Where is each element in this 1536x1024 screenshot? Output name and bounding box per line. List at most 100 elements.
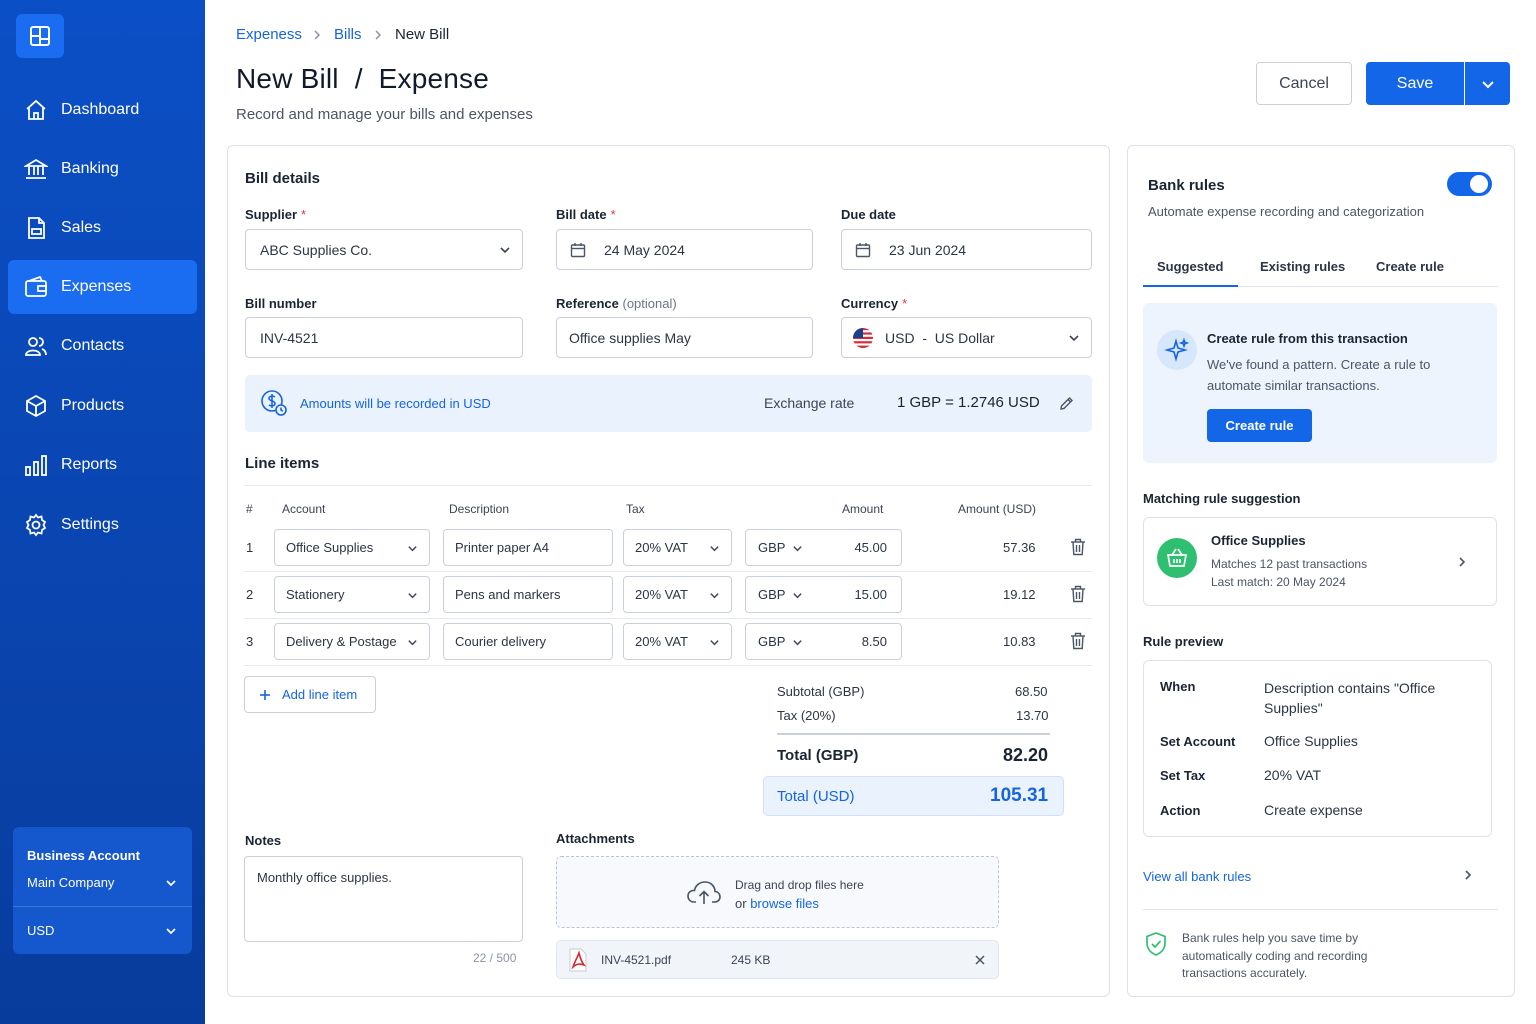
sidebar-item-contacts[interactable]: Contacts (8, 319, 197, 373)
reference-input[interactable]: Office supplies May (556, 317, 813, 358)
add-line-item-button[interactable]: Add line item (244, 676, 376, 713)
bill-date-value: 24 May 2024 (604, 241, 685, 258)
users-icon (24, 334, 48, 358)
chevron-down-icon[interactable] (792, 637, 804, 649)
bill-date-label: Bill date * (556, 207, 616, 222)
match-line-1: Matches 12 past transactions (1211, 557, 1368, 571)
sidebar-item-label: Products (61, 397, 125, 414)
dropzone-text: Drag and drop files here (735, 878, 864, 892)
preview-key-tax: Set Tax (1160, 768, 1206, 783)
col-header-description: Description (449, 502, 510, 516)
sidebar-item-banking[interactable]: Banking (8, 142, 197, 196)
breadcrumb-bills[interactable]: Bills (334, 26, 362, 43)
notes-value: Monthly office supplies. (257, 870, 392, 885)
description-input[interactable]: Pens and markers (443, 576, 613, 613)
amount-input[interactable]: GBP 8.50 (745, 623, 902, 660)
tax-select[interactable]: 20% VAT (623, 623, 732, 660)
sidebar-item-sales[interactable]: Sales (8, 201, 197, 255)
view-all-rules-link[interactable]: View all bank rules (1143, 869, 1251, 884)
col-header-number: # (246, 502, 253, 516)
bill-date-field[interactable]: 24 May 2024 (556, 229, 813, 270)
create-rule-button[interactable]: Create rule (1207, 409, 1312, 442)
home-icon (24, 98, 48, 122)
total-usd-value: 105.31 (990, 785, 1049, 806)
chevron-down-icon[interactable] (165, 925, 177, 937)
tab-existing-rules[interactable]: Existing rules (1260, 259, 1345, 274)
currency-value: USD - US Dollar (885, 329, 995, 346)
chevron-right-icon[interactable] (1456, 556, 1468, 568)
description-value: Courier delivery (455, 634, 547, 649)
description-input[interactable]: Printer paper A4 (443, 529, 613, 566)
currency-select[interactable]: USD - US Dollar (841, 317, 1092, 358)
divider (1143, 909, 1498, 910)
preview-value-when: Description contains "Office Supplies" (1264, 680, 1436, 716)
preview-key-when: When (1160, 679, 1196, 694)
browse-files-link[interactable]: browse files (750, 896, 819, 911)
supplier-value: ABC Supplies Co. (260, 241, 373, 258)
tax-select[interactable]: 20% VAT (623, 529, 732, 566)
calendar-icon[interactable] (570, 242, 586, 258)
edit-pencil-icon[interactable] (1059, 396, 1074, 411)
row-number: 2 (246, 587, 254, 602)
suggestion-title: Create rule from this transaction (1207, 331, 1408, 346)
account-select[interactable]: Office Supplies (274, 529, 430, 566)
chevron-down-icon[interactable] (792, 590, 804, 602)
trash-icon[interactable] (1070, 632, 1086, 650)
sidebar-item-reports[interactable]: Reports (8, 438, 197, 492)
chevron-down-icon (709, 590, 721, 602)
save-options-button[interactable] (1465, 62, 1510, 105)
invoice-icon (24, 216, 48, 240)
bill-number-input[interactable]: INV-4521 (245, 317, 523, 358)
breadcrumb-current: New Bill (395, 26, 450, 43)
amount-input[interactable]: GBP 15.00 (745, 576, 902, 613)
tax-value: 20% VAT (635, 587, 688, 602)
divider (777, 733, 1050, 735)
wallet-icon (24, 275, 48, 299)
sidebar-item-settings[interactable]: Settings (8, 498, 197, 552)
sidebar-item-expenses[interactable]: Expenses (8, 260, 197, 314)
chevron-down-icon[interactable] (792, 543, 804, 555)
sidebar-item-products[interactable]: Products (8, 379, 197, 433)
notes-textarea[interactable]: Monthly office supplies. (244, 856, 523, 942)
grid-logo-icon[interactable] (16, 14, 64, 58)
description-value: Pens and markers (455, 587, 561, 602)
supplier-select[interactable]: ABC Supplies Co. (245, 229, 523, 270)
save-button[interactable]: Save (1366, 62, 1464, 105)
tab-suggested[interactable]: Suggested (1157, 259, 1223, 274)
chevron-down-icon (499, 244, 511, 256)
bill-number-label: Bill number (245, 296, 317, 311)
tax-value: 20% VAT (635, 540, 688, 555)
bank-rules-toggle[interactable] (1447, 172, 1492, 196)
account-select[interactable]: Stationery (274, 576, 430, 613)
shield-check-icon (1144, 931, 1168, 957)
sidebar-item-dashboard[interactable]: Dashboard (8, 83, 197, 137)
account-switcher: Business Account Main Company USD (13, 827, 192, 954)
line-items-title: Line items (245, 455, 320, 472)
trash-icon[interactable] (1070, 585, 1086, 603)
cancel-button[interactable]: Cancel (1256, 62, 1352, 105)
plus-icon (259, 689, 271, 701)
suggestion-text-2: automate similar transactions. (1207, 378, 1380, 393)
breadcrumb-expenses[interactable]: Expeness (236, 26, 302, 43)
gear-icon (24, 513, 48, 537)
amount-input[interactable]: GBP 45.00 (745, 529, 902, 566)
file-dropzone[interactable] (556, 856, 999, 928)
account-select[interactable]: Delivery & Postage (274, 623, 430, 660)
description-input[interactable]: Courier delivery (443, 623, 613, 660)
calendar-icon[interactable] (855, 242, 871, 258)
sidebar-item-label: Dashboard (61, 101, 140, 118)
chevron-down-icon (709, 637, 721, 649)
preview-value-action: Create expense (1264, 802, 1363, 818)
chevron-down-icon[interactable] (165, 877, 177, 889)
chevron-right-icon[interactable] (1462, 869, 1474, 881)
company-select[interactable]: Main Company (27, 875, 114, 890)
tax-select[interactable]: 20% VAT (623, 576, 732, 613)
currency-select[interactable]: USD (27, 923, 54, 938)
due-date-field[interactable]: 23 Jun 2024 (841, 229, 1092, 270)
total-gbp-label: Total (GBP) (777, 747, 859, 764)
close-icon[interactable] (974, 954, 986, 966)
tab-create-rule[interactable]: Create rule (1376, 259, 1444, 274)
trash-icon[interactable] (1070, 538, 1086, 556)
sparkle-icon (1157, 330, 1197, 370)
attachments-label: Attachments (556, 831, 635, 846)
